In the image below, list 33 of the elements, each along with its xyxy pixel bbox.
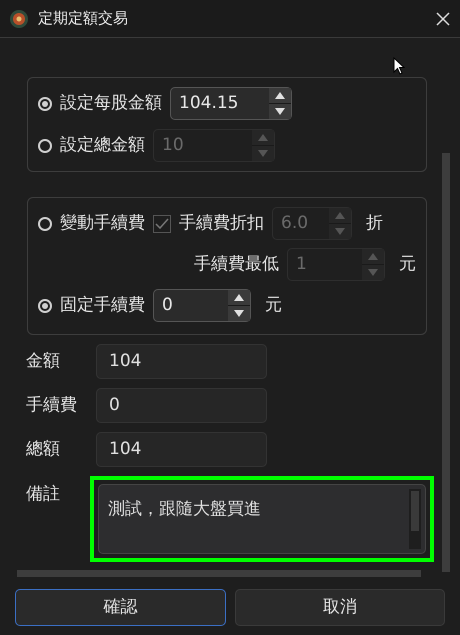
option-label: 固定手續費 <box>60 294 145 317</box>
window-title: 定期定額交易 <box>38 8 129 30</box>
horizontal-scrollbar[interactable] <box>17 570 421 577</box>
vertical-scrollbar[interactable] <box>442 153 450 572</box>
remarks-field[interactable]: 測試，跟隨大盤買進 <box>90 476 434 562</box>
checkbox-label: 手續費折扣 <box>179 212 264 235</box>
field-label: 金額 <box>26 350 61 373</box>
scrollbar-thumb[interactable] <box>411 491 419 531</box>
read-only-field[interactable]: 104 <box>96 432 267 467</box>
radio-button[interactable] <box>38 216 52 230</box>
radio-button[interactable] <box>38 298 52 312</box>
option-label: 變動手續費 <box>60 212 145 235</box>
close-icon[interactable] <box>436 12 450 26</box>
mouse-cursor-icon <box>393 57 405 75</box>
remarks-text: 測試，跟隨大盤買進 <box>107 498 262 521</box>
field-label: 手續費 <box>26 394 78 417</box>
unit-label: 元 <box>399 252 416 276</box>
unit-label: 元 <box>265 294 282 317</box>
field-label: 手續費最低 <box>194 252 279 276</box>
option-label: 設定總金額 <box>60 134 145 157</box>
field-label: 總額 <box>26 438 61 461</box>
confirm-button[interactable]: 確認 <box>15 589 226 626</box>
option-label: 設定每股金額 <box>60 92 162 115</box>
cancel-button[interactable]: 取消 <box>234 589 445 626</box>
radio-button[interactable] <box>38 138 52 152</box>
number-spinner[interactable]: 104.15 <box>170 87 292 120</box>
radio-button[interactable] <box>38 96 52 110</box>
field-label: 備註 <box>26 483 61 506</box>
number-spinner[interactable]: 0 <box>153 289 251 322</box>
read-only-field[interactable]: 104 <box>96 344 267 379</box>
app-logo-icon <box>10 10 28 28</box>
unit-label: 折 <box>366 212 383 235</box>
read-only-field[interactable]: 0 <box>96 388 267 423</box>
